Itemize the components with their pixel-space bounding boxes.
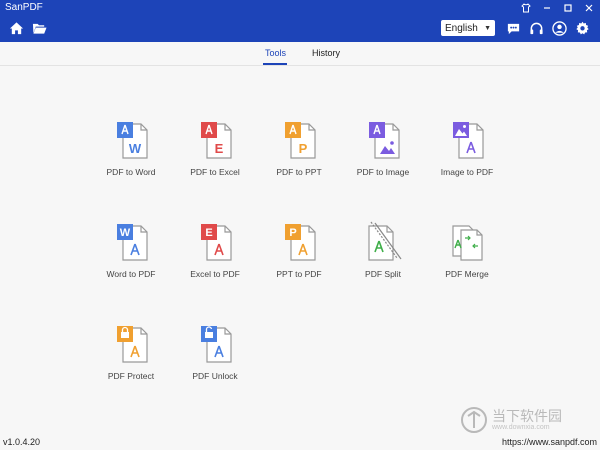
tool-pdf-unlock[interactable]: PDF Unlock: [173, 322, 257, 381]
version-label: v1.0.4.20: [3, 437, 41, 447]
svg-text:P: P: [289, 227, 296, 239]
tool-pdf-to-ppt[interactable]: P PDF to PPT: [257, 118, 341, 177]
tool-pdf-to-word[interactable]: W PDF to Word: [89, 118, 173, 177]
tool-word-to-pdf[interactable]: W Word to PDF: [89, 220, 173, 279]
tool-pdf-merge[interactable]: PDF Merge: [425, 220, 509, 279]
tab-history[interactable]: History: [312, 48, 340, 58]
tool-pdf-split[interactable]: PDF Split: [341, 220, 425, 279]
pdf-unlock-icon: [201, 326, 232, 363]
image-to-pdf-icon: [453, 122, 484, 159]
svg-text:W: W: [129, 141, 142, 156]
maximize-icon[interactable]: [563, 3, 573, 13]
tool-label: PDF to Excel: [190, 167, 240, 177]
chevron-down-icon: ▼: [484, 24, 491, 32]
language-value: English: [445, 22, 478, 34]
gear-icon[interactable]: [575, 21, 590, 36]
window-controls: [521, 1, 594, 15]
tool-label: Excel to PDF: [190, 269, 240, 279]
language-select[interactable]: English ▼: [441, 20, 495, 36]
tool-label: PDF to PPT: [276, 167, 322, 177]
tool-label: PDF Merge: [445, 269, 489, 279]
ppt-to-pdf-icon: P: [285, 224, 316, 261]
word-to-pdf-icon: W: [117, 224, 148, 261]
svg-text:E: E: [205, 227, 212, 239]
tool-label: PDF to Word: [106, 167, 156, 177]
title-bar: SanPDF: [0, 0, 600, 16]
pdf-to-ppt-icon: P: [285, 122, 316, 159]
tool-ppt-to-pdf[interactable]: P PPT to PDF: [257, 220, 341, 279]
svg-text:P: P: [299, 141, 308, 156]
window-title: SanPDF: [5, 2, 43, 13]
home-icon[interactable]: [9, 21, 24, 36]
tool-excel-to-pdf[interactable]: E Excel to PDF: [173, 220, 257, 279]
tool-pdf-protect[interactable]: PDF Protect: [89, 322, 173, 381]
user-icon[interactable]: [552, 20, 567, 36]
tool-label: PPT to PDF: [276, 269, 322, 279]
watermark-logo-icon: [461, 407, 487, 433]
tool-label: Image to PDF: [440, 167, 494, 177]
tab-tools[interactable]: Tools: [265, 48, 286, 58]
pdf-merge-icon: [452, 225, 483, 261]
excel-to-pdf-icon: E: [201, 224, 232, 261]
website-link[interactable]: https://www.sanpdf.com: [502, 437, 597, 447]
svg-text:W: W: [120, 227, 131, 239]
toolbar: English ▼: [0, 16, 600, 42]
pdf-split-icon: [368, 221, 402, 261]
tab-bar: Tools History: [0, 42, 600, 66]
pdf-to-excel-icon: E: [201, 122, 232, 159]
chat-icon[interactable]: [506, 21, 521, 36]
pdf-to-word-icon: W: [117, 122, 148, 159]
tool-label: Word to PDF: [106, 269, 156, 279]
skin-icon[interactable]: [521, 3, 531, 13]
tool-pdf-to-excel[interactable]: E PDF to Excel: [173, 118, 257, 177]
folder-open-icon[interactable]: [32, 21, 47, 36]
svg-text:E: E: [215, 141, 224, 156]
tool-pdf-to-image[interactable]: PDF to Image: [341, 118, 425, 177]
headset-icon[interactable]: [529, 21, 544, 36]
watermark: 当下软件园 www.downxia.com: [460, 402, 590, 438]
tool-image-to-pdf[interactable]: Image to PDF: [425, 118, 509, 177]
tool-label: PDF to Image: [356, 167, 410, 177]
watermark-url: www.downxia.com: [492, 424, 550, 431]
watermark-text: 当下软件园: [492, 408, 562, 424]
minimize-icon[interactable]: [542, 3, 552, 13]
pdf-protect-icon: [117, 326, 148, 363]
tool-label: PDF Split: [365, 269, 401, 279]
tool-label: PDF Unlock: [192, 371, 238, 381]
active-tab-indicator: [263, 63, 287, 65]
tool-label: PDF Protect: [107, 371, 155, 381]
close-icon[interactable]: [584, 3, 594, 13]
pdf-to-image-icon: [369, 122, 400, 159]
